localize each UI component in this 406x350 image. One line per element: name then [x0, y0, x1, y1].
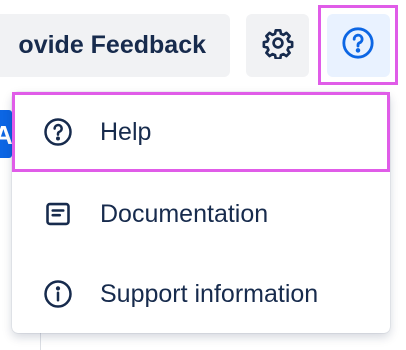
menu-item-label: Support information [100, 279, 319, 308]
provide-feedback-button[interactable]: ovide Feedback [0, 14, 230, 77]
help-button-active-bg[interactable] [326, 13, 390, 77]
question-circle-icon [341, 26, 375, 65]
menu-item-documentation[interactable]: Documentation [12, 174, 390, 254]
info-circle-icon [42, 278, 74, 310]
settings-button[interactable] [246, 14, 309, 77]
help-dropdown-menu: Help Documentation Support information [12, 92, 390, 333]
provide-feedback-label: ovide Feedback [18, 31, 206, 59]
document-icon [42, 198, 74, 230]
menu-item-label: Documentation [100, 199, 269, 228]
gear-icon [262, 27, 294, 64]
menu-item-help[interactable]: Help [12, 92, 390, 172]
menu-item-label: Help [100, 117, 152, 146]
menu-item-support-information[interactable]: Support information [12, 254, 390, 334]
question-circle-icon [42, 116, 74, 148]
primary-button-fragment: A [0, 120, 12, 150]
help-button[interactable] [318, 5, 398, 85]
primary-button-edge[interactable]: A [0, 110, 12, 158]
